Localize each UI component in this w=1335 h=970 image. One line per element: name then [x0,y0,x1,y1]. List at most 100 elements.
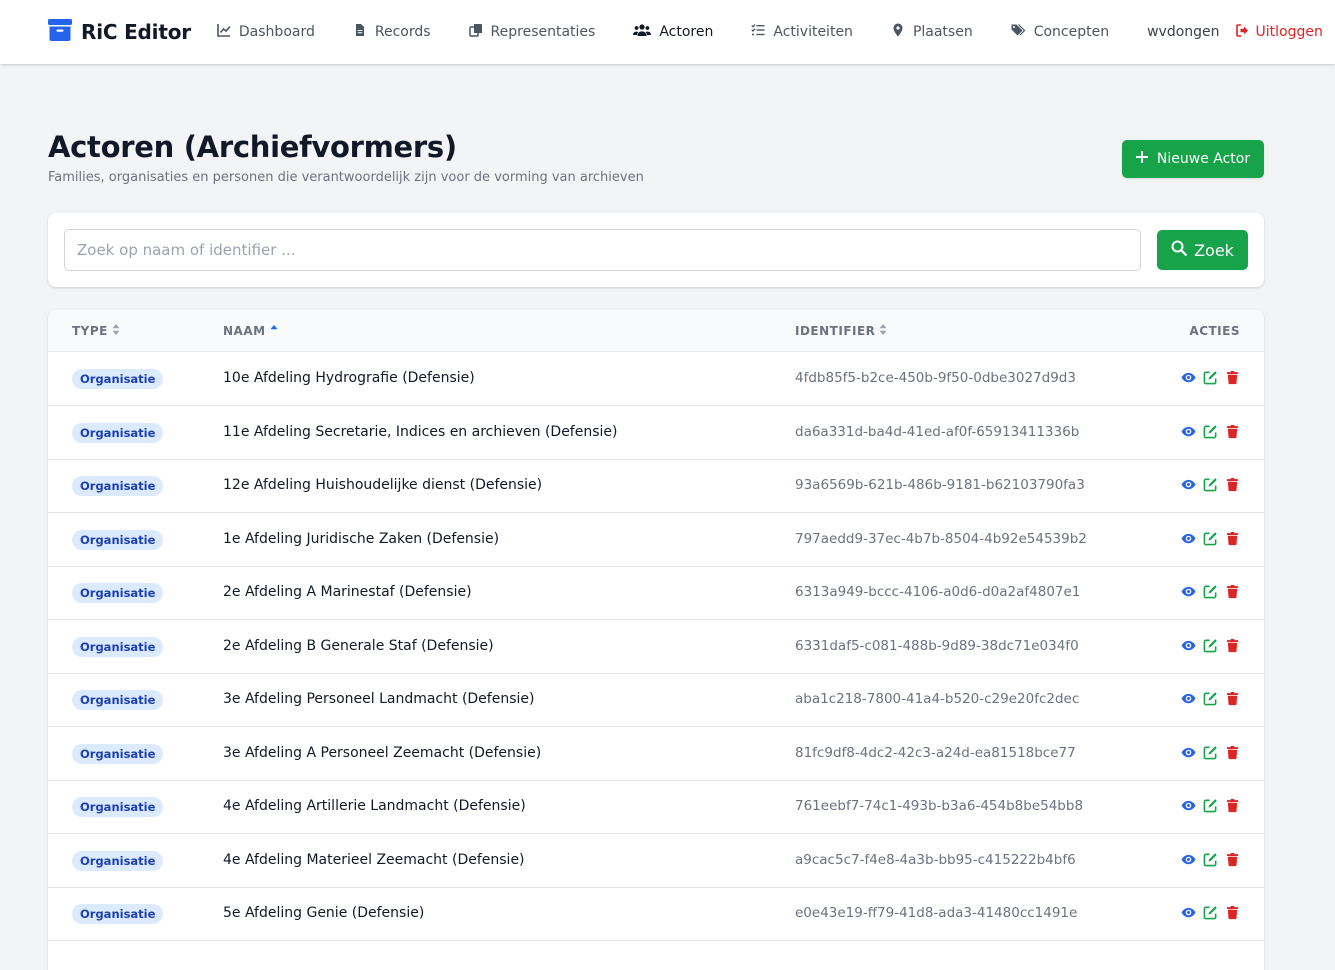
map-marker-icon [891,23,913,41]
view-eye-icon[interactable] [1181,370,1196,385]
actor-identifier: a9cac5c7-f4e8-4a3b-bb95-c415222b4bf6 [795,851,1076,868]
search-input[interactable] [64,229,1141,271]
nav-item-concepten[interactable]: Concepten [1011,0,1109,64]
delete-trash-icon[interactable] [1225,584,1240,599]
nav-item-dashboard[interactable]: Dashboard [217,0,315,64]
table-row: Organisatie 12e Afdeling Huishoudelijke … [48,459,1264,513]
sort-icon [875,324,887,338]
logout-link[interactable]: Uitloggen [1235,23,1323,41]
view-eye-icon[interactable] [1181,798,1196,813]
delete-trash-icon[interactable] [1225,477,1240,492]
nav-item-activiteiten[interactable]: Activiteiten [751,0,853,64]
table-row: Organisatie 4e Afdeling Materieel Zeemac… [48,834,1264,888]
delete-trash-icon[interactable] [1225,852,1240,867]
view-eye-icon[interactable] [1181,905,1196,920]
actor-identifier: 6331daf5-c081-488b-9d89-38dc71e034f0 [795,637,1079,654]
view-eye-icon[interactable] [1181,584,1196,599]
nav-item-label: Plaatsen [912,24,973,40]
column-header-label: ACTIES [1189,324,1240,338]
actor-name-link[interactable]: 12e Afdeling Huishoudelijke dienst (Defe… [223,459,542,512]
edit-icon[interactable] [1203,905,1218,920]
row-actions [1174,798,1240,813]
delete-trash-icon[interactable] [1225,691,1240,706]
view-eye-icon[interactable] [1181,531,1196,546]
plus-icon [1135,151,1157,167]
file-icon [353,23,375,41]
edit-icon[interactable] [1203,798,1218,813]
edit-icon[interactable] [1203,424,1218,439]
nav-item-records[interactable]: Records [353,0,431,64]
actor-name-link[interactable]: 4e Afdeling Artillerie Landmacht (Defens… [223,780,526,833]
column-header-naam[interactable]: NAAM [223,310,278,352]
row-actions [1174,745,1240,760]
delete-trash-icon[interactable] [1225,531,1240,546]
nav-item-actoren[interactable]: Actoren [633,0,713,64]
view-eye-icon[interactable] [1181,477,1196,492]
edit-icon[interactable] [1203,370,1218,385]
page-header: Actoren (Archiefvormers) Families, organ… [48,128,1264,190]
delete-trash-icon[interactable] [1225,638,1240,653]
actor-name-link[interactable]: 5e Afdeling Genie (Defensie) [223,887,424,940]
edit-icon[interactable] [1203,745,1218,760]
edit-icon[interactable] [1203,691,1218,706]
chart-line-icon [217,23,239,41]
table-row: Organisatie 4e Afdeling Artillerie Landm… [48,780,1264,834]
brand-name: RiC Editor [81,20,191,44]
edit-icon[interactable] [1203,852,1218,867]
nav-item-label: Concepten [1033,24,1110,40]
view-eye-icon[interactable] [1181,638,1196,653]
actor-identifier: 797aedd9-37ec-4b7b-8504-4b92e54539b2 [795,530,1087,547]
type-badge: Organisatie [72,850,164,871]
row-actions [1174,370,1240,385]
type-badge: Organisatie [72,904,164,924]
actor-name-link[interactable]: 2e Afdeling A Marinestaf (Defensie) [223,566,472,619]
table-row: Organisatie 11e Afdeling Secretarie, Ind… [48,406,1264,460]
edit-icon[interactable] [1203,531,1218,546]
nav-item-representaties[interactable]: Representaties [468,0,595,64]
actor-identifier: da6a331d-ba4d-41ed-af0f-65913411336b [795,423,1080,440]
view-eye-icon[interactable] [1181,424,1196,439]
view-eye-icon[interactable] [1181,745,1196,760]
type-badge: Organisatie [72,422,164,443]
sort-icon [108,324,120,338]
delete-trash-icon[interactable] [1225,905,1240,920]
actor-name-link[interactable]: 11e Afdeling Secretarie, Indices en arch… [223,406,617,459]
type-badge: Organisatie [72,690,164,710]
view-eye-icon[interactable] [1181,691,1196,706]
view-eye-icon[interactable] [1181,852,1196,867]
nav-item-label: Activiteiten [773,24,853,40]
actor-name-link[interactable]: 2e Afdeling B Generale Staf (Defensie) [223,620,494,673]
actor-name-link[interactable]: 1e Afdeling Juridische Zaken (Defensie) [223,513,499,566]
column-header-acties: ACTIES [1189,310,1240,352]
actor-identifier: 4fdb85f5-b2ce-450b-9f50-0dbe3027d9d3 [795,370,1076,386]
search-button[interactable]: Zoek [1157,230,1248,270]
edit-icon[interactable] [1203,477,1218,492]
delete-trash-icon[interactable] [1225,424,1240,439]
actor-name-link[interactable]: 3e Afdeling A Personeel Zeemacht (Defens… [223,727,541,780]
page-title: Actoren (Archiefvormers) [48,130,457,164]
type-badge: Organisatie [72,529,164,550]
brand[interactable]: RiC Editor [48,0,191,64]
new-actor-button[interactable]: Nieuwe Actor [1122,140,1264,178]
type-badge: Organisatie [72,636,164,657]
type-badge: Organisatie [72,583,164,603]
delete-trash-icon[interactable] [1225,798,1240,813]
table-row: Organisatie 2e Afdeling A Marinestaf (De… [48,566,1264,620]
actor-name-link[interactable]: 10e Afdeling Hydrografie (Defensie) [223,352,475,405]
edit-icon[interactable] [1203,638,1218,653]
page-subtitle: Families, organisaties en personen die v… [48,170,644,185]
actor-identifier: e0e43e19-ff79-41d8-ada3-41480cc1491e [795,905,1078,921]
row-actions [1174,691,1240,706]
delete-trash-icon[interactable] [1225,745,1240,760]
nav-item-plaatsen[interactable]: Plaatsen [891,0,973,64]
column-header-type[interactable]: TYPE [72,310,120,352]
edit-icon[interactable] [1203,584,1218,599]
actor-name-link[interactable]: 4e Afdeling Materieel Zeemacht (Defensie… [223,834,525,887]
row-actions [1174,584,1240,599]
row-actions [1174,638,1240,653]
actor-name-link[interactable]: 3e Afdeling Personeel Landmacht (Defensi… [223,673,534,726]
row-actions [1174,852,1240,867]
column-header-identifier[interactable]: IDENTIFIER [795,310,887,352]
tags-icon [1011,23,1034,41]
delete-trash-icon[interactable] [1225,370,1240,385]
